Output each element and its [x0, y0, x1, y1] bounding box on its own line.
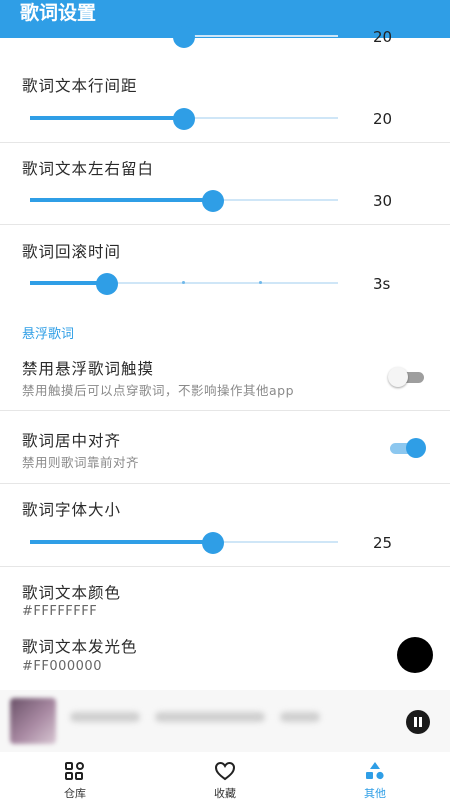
disable-touch-toggle[interactable] — [386, 366, 428, 388]
slider-thumb[interactable] — [173, 108, 195, 130]
slider-thumb[interactable] — [173, 26, 195, 48]
slider-fill — [30, 198, 213, 202]
font-size-value: 25 — [373, 534, 393, 552]
glow-color-label[interactable]: 歌词文本发光色 — [22, 635, 138, 657]
toggle-knob — [406, 438, 426, 458]
top-slider[interactable] — [30, 26, 338, 48]
top-slider-value: 20 — [373, 28, 393, 46]
song-info-blurred — [280, 712, 320, 722]
slider-tick — [182, 281, 185, 284]
slider-thumb[interactable] — [96, 273, 118, 295]
slider-fill — [30, 34, 184, 38]
glow-color-value: #FF000000 — [22, 659, 102, 674]
slider-fill — [30, 540, 213, 544]
slider-tick — [259, 281, 262, 284]
shapes-icon — [366, 762, 384, 780]
text-color-value: #FFFFFFFF — [22, 604, 98, 619]
scroll-time-slider[interactable] — [30, 273, 338, 295]
divider — [0, 566, 450, 567]
divider — [0, 142, 450, 143]
side-margin-value: 30 — [373, 192, 393, 210]
text-color-label[interactable]: 歌词文本颜色 — [22, 581, 121, 603]
section-title-floating-lyrics: 悬浮歌词 — [22, 327, 75, 342]
side-margin-slider[interactable] — [30, 190, 338, 212]
scroll-time-value: 3s — [373, 275, 391, 293]
grid-icon — [65, 762, 84, 780]
nav-label: 其他 — [364, 787, 386, 800]
slider-thumb[interactable] — [202, 532, 224, 554]
nav-label: 收藏 — [214, 787, 236, 800]
center-align-description: 禁用则歌词靠前对齐 — [22, 455, 140, 470]
side-margin-label: 歌词文本左右留白 — [22, 160, 155, 178]
disable-touch-label: 禁用悬浮歌词触摸 — [22, 360, 155, 378]
heart-icon — [214, 761, 236, 781]
nav-item-other[interactable]: 其他 — [300, 752, 450, 800]
mini-player[interactable] — [0, 690, 450, 752]
nav-item-favorites[interactable]: 收藏 — [150, 752, 300, 800]
divider — [0, 224, 450, 225]
pause-icon[interactable] — [406, 710, 430, 734]
line-spacing-value: 20 — [373, 110, 393, 128]
nav-label: 仓库 — [64, 787, 86, 800]
slider-thumb[interactable] — [202, 190, 224, 212]
center-align-label: 歌词居中对齐 — [22, 432, 122, 450]
divider — [0, 410, 450, 411]
glow-color-swatch[interactable] — [397, 637, 433, 673]
line-spacing-slider[interactable] — [30, 108, 338, 130]
font-size-label: 歌词字体大小 — [22, 501, 122, 519]
disable-touch-description: 禁用触摸后可以点穿歌词，不影响操作其他app — [22, 383, 295, 398]
toggle-knob — [388, 367, 408, 387]
bottom-nav: 仓库 收藏 其他 — [0, 752, 450, 800]
scroll-time-label: 歌词回滚时间 — [22, 243, 122, 261]
divider — [0, 483, 450, 484]
page-title: 歌词设置 — [20, 2, 97, 24]
album-cover — [10, 698, 56, 744]
song-info-blurred — [70, 712, 140, 722]
font-size-slider[interactable] — [30, 532, 338, 554]
song-info-blurred — [155, 712, 265, 722]
nav-item-warehouse[interactable]: 仓库 — [0, 752, 150, 800]
slider-fill — [30, 116, 184, 120]
line-spacing-label: 歌词文本行间距 — [22, 77, 138, 95]
center-align-toggle[interactable] — [386, 437, 428, 459]
